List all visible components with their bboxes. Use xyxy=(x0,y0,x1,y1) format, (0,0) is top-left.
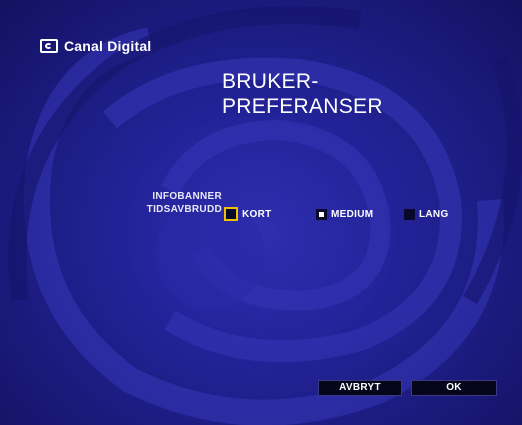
ok-button[interactable]: OK xyxy=(411,380,497,396)
setting-label: INFOBANNER TIDSAVBRUDD xyxy=(147,190,222,216)
radio-box-lang[interactable] xyxy=(404,209,415,220)
brand-name: Canal Digital xyxy=(64,38,152,54)
option-label-kort: KORT xyxy=(242,208,272,220)
radio-box-kort[interactable] xyxy=(224,207,238,221)
radio-box-medium[interactable] xyxy=(316,209,327,220)
page-title: BRUKER- PREFERANSER xyxy=(222,69,383,119)
option-label-medium: MEDIUM xyxy=(331,209,374,220)
canal-digital-logo: Canal Digital xyxy=(40,38,151,54)
preferences-screen: Canal Digital BRUKER- PREFERANSER INFOBA… xyxy=(0,0,522,425)
tv-logo-icon xyxy=(40,39,58,53)
option-kort[interactable]: KORT xyxy=(224,207,272,221)
setting-label-line-2: TIDSAVBRUDD xyxy=(146,204,222,215)
cancel-button[interactable]: AVBRYT xyxy=(318,380,402,396)
option-label-lang: LANG xyxy=(419,209,449,220)
title-line-2: PREFERANSER xyxy=(222,95,383,118)
title-line-1: BRUKER- xyxy=(222,70,319,93)
setting-label-line-1: INFOBANNER xyxy=(152,191,222,202)
option-medium[interactable]: MEDIUM xyxy=(316,209,373,220)
option-lang[interactable]: LANG xyxy=(404,209,449,220)
